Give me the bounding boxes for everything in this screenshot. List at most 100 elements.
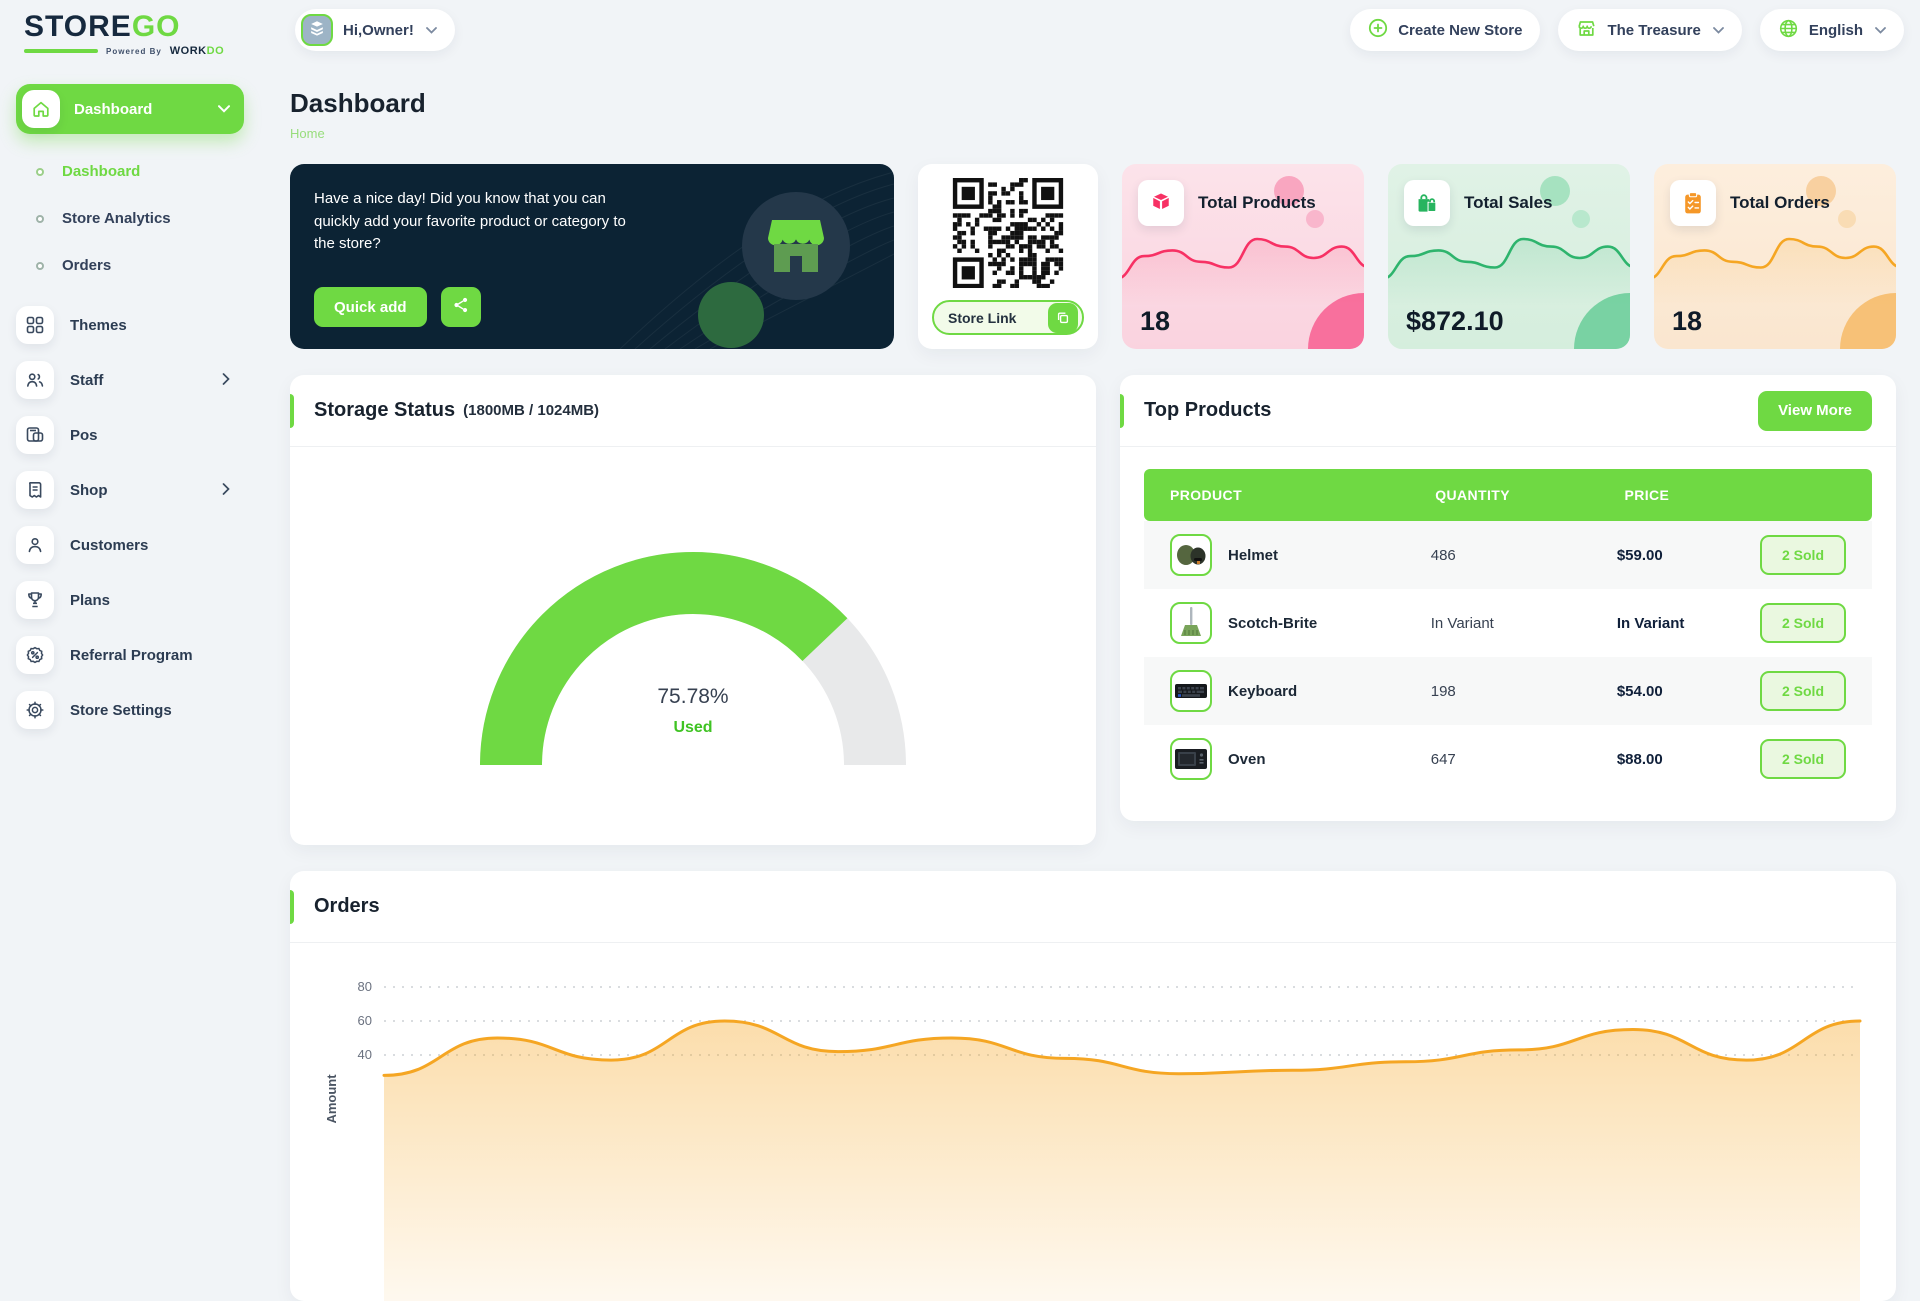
product-price: In Variant: [1617, 615, 1760, 632]
chevron-right-icon: [222, 482, 230, 499]
greeting-label: Hi,Owner!: [343, 22, 414, 39]
gauge-used-label: Used: [443, 719, 943, 737]
badge-percent-icon: [16, 636, 54, 674]
product-thumbnail: [1170, 670, 1212, 712]
breadcrumb-home-link[interactable]: Home: [290, 126, 325, 141]
sidebar-item-label: Referral Program: [70, 647, 193, 664]
product-quantity: 198: [1431, 683, 1617, 700]
storage-gauge: 75.78% Used: [443, 513, 943, 793]
broom-image: [1176, 606, 1206, 640]
share-button[interactable]: [441, 287, 481, 327]
chevron-down-icon: [1713, 27, 1724, 34]
store-qr-code: [947, 178, 1069, 288]
create-new-store-label: Create New Store: [1398, 22, 1522, 39]
sold-badge[interactable]: 2 Sold: [1760, 603, 1846, 643]
sidebar-item-shop[interactable]: Shop: [16, 471, 244, 509]
bullet-icon: [36, 168, 44, 176]
sparkline-chart: [1654, 226, 1896, 306]
section-accent-bar: [290, 394, 294, 428]
sparkline-chart: [1122, 226, 1364, 306]
welcome-banner: Have a nice day! Did you know that you c…: [290, 164, 894, 349]
language-label: English: [1809, 22, 1863, 39]
sidebar-item-store-settings[interactable]: Store Settings: [16, 691, 244, 729]
keyboard-image: [1174, 679, 1208, 703]
storego-logo: STOREGO Powered By WORKDO: [24, 12, 224, 57]
store-link-button[interactable]: Store Link: [932, 300, 1084, 335]
svg-text:40: 40: [358, 1047, 372, 1062]
logo-underline: [24, 49, 98, 53]
quick-add-button[interactable]: Quick add: [314, 287, 427, 327]
sidebar-item-orders[interactable]: Orders: [16, 242, 244, 289]
gauge-chart: [443, 513, 943, 793]
sidebar-item-label: Themes: [70, 317, 127, 334]
svg-text:60: 60: [358, 1013, 372, 1028]
copy-icon[interactable]: [1048, 303, 1078, 333]
chevron-right-icon: [222, 372, 230, 389]
stat-label: Total Sales: [1464, 193, 1553, 213]
product-name: Scotch-Brite: [1228, 615, 1317, 632]
orders-chart-card: Orders 806040Amount: [290, 871, 1896, 1301]
column-header-product: PRODUCT: [1144, 487, 1435, 503]
stat-card-total-orders: Total Orders 18: [1654, 164, 1896, 349]
language-dropdown[interactable]: English: [1760, 9, 1904, 51]
sidebar-group-label: Dashboard: [74, 101, 218, 118]
product-price: $59.00: [1617, 547, 1760, 564]
pos-icon: [16, 416, 54, 454]
section-accent-bar: [1120, 394, 1124, 428]
column-header-price: PRICE: [1624, 487, 1770, 503]
store-link-label: Store Link: [948, 310, 1016, 326]
chevron-down-icon: [218, 100, 230, 118]
orders-area-chart: 80 60 40 Amount: [314, 949, 1872, 1301]
staff-icon: [16, 361, 54, 399]
create-new-store-button[interactable]: Create New Store: [1350, 9, 1540, 51]
qr-card: Store Link: [918, 164, 1098, 349]
sold-badge[interactable]: 2 Sold: [1760, 671, 1846, 711]
logo-text: STOREGO: [24, 12, 224, 42]
main-content: Dashboard Home Have a nice day! Did you …: [290, 88, 1896, 1301]
sidebar-item-label: Orders: [62, 257, 111, 274]
stat-label: Total Orders: [1730, 193, 1830, 213]
product-thumbnail: [1170, 602, 1212, 644]
product-quantity: 647: [1431, 751, 1617, 768]
product-thumbnail: [1170, 738, 1212, 780]
sidebar-item-dashboard[interactable]: Dashboard: [16, 148, 244, 195]
product-box-icon: [1138, 180, 1184, 226]
sidebar-item-label: Store Analytics: [62, 210, 171, 227]
oven-image: [1174, 746, 1208, 772]
user-greeting-dropdown[interactable]: Hi,Owner!: [295, 9, 455, 51]
product-name: Helmet: [1228, 547, 1278, 564]
top-products-title: Top Products: [1144, 399, 1271, 422]
sidebar-item-plans[interactable]: Plans: [16, 581, 244, 619]
sidebar-item-label: Dashboard: [62, 163, 140, 180]
trophy-icon: [16, 581, 54, 619]
sidebar-group-dashboard[interactable]: Dashboard: [16, 84, 244, 134]
sidebar-item-customers[interactable]: Customers: [16, 526, 244, 564]
sidebar-item-store-analytics[interactable]: Store Analytics: [16, 195, 244, 242]
storage-status-card: Storage Status (1800MB / 1024MB) 75.78% …: [290, 375, 1096, 845]
sidebar-item-pos[interactable]: Pos: [16, 416, 244, 454]
home-icon: [22, 90, 60, 128]
sidebar-item-label: Customers: [70, 537, 148, 554]
sidebar-item-staff[interactable]: Staff: [16, 361, 244, 399]
sidebar: Dashboard Dashboard Store Analytics Orde…: [16, 84, 244, 729]
avatar: [301, 14, 333, 46]
sidebar-item-label: Shop: [70, 482, 108, 499]
topbar: STOREGO Powered By WORKDO Hi,Owner! Crea…: [0, 0, 1920, 64]
customer-icon: [16, 526, 54, 564]
svg-text:Amount: Amount: [324, 1074, 339, 1124]
sidebar-item-label: Plans: [70, 592, 110, 609]
clipboard-icon: [1670, 180, 1716, 226]
svg-text:80: 80: [358, 979, 372, 994]
sidebar-item-themes[interactable]: Themes: [16, 306, 244, 344]
sidebar-item-referral-program[interactable]: Referral Program: [16, 636, 244, 674]
sold-badge[interactable]: 2 Sold: [1760, 739, 1846, 779]
sparkline-chart: [1388, 226, 1630, 306]
store-name-label: The Treasure: [1607, 22, 1700, 39]
product-price: $88.00: [1617, 751, 1760, 768]
banner-message: Have a nice day! Did you know that you c…: [314, 188, 634, 256]
chevron-down-icon: [1875, 27, 1886, 34]
view-more-button[interactable]: View More: [1758, 391, 1872, 431]
table-row-oven: Oven 647 $88.00 2 Sold: [1144, 725, 1872, 793]
sold-badge[interactable]: 2 Sold: [1760, 535, 1846, 575]
store-selector-dropdown[interactable]: The Treasure: [1558, 9, 1741, 51]
